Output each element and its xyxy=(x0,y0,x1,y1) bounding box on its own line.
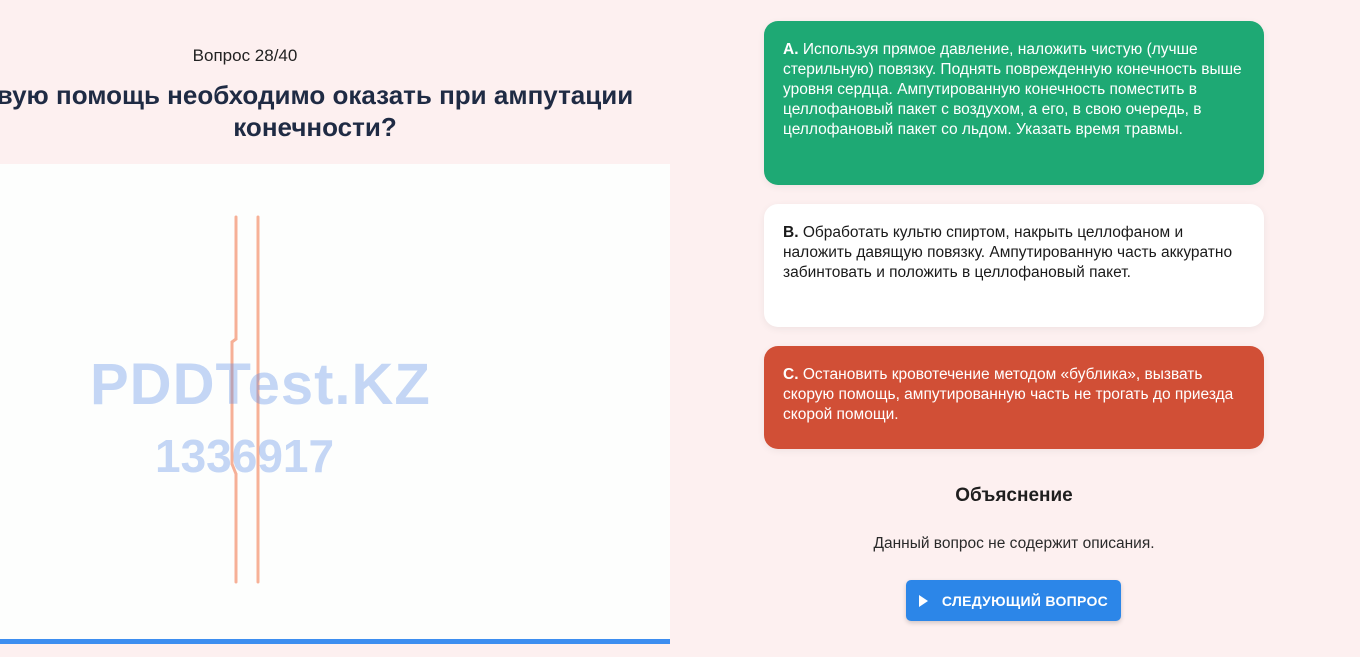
progress-fill xyxy=(0,639,670,644)
play-icon xyxy=(918,594,928,607)
answer-text: Обработать культю спиртом, накрыть целло… xyxy=(783,224,1233,281)
progress-bar xyxy=(0,639,670,644)
watermark-id: 1336917 xyxy=(155,430,335,482)
question-image: PDDTest.KZ 1336917 xyxy=(0,164,670,640)
answer-letter: A. xyxy=(783,41,799,58)
question-counter: Вопрос 28/40 xyxy=(192,46,298,65)
answer-letter: B. xyxy=(783,224,799,241)
answer-letter: C. xyxy=(783,366,799,383)
question-title-line-2: конечности? xyxy=(233,112,397,142)
question-title-line-1: вую помощь необходимо оказать при ампута… xyxy=(0,80,634,110)
answer-text: Используя прямое давление, наложить чист… xyxy=(783,41,1242,138)
answer-option-a[interactable]: A. Используя прямое давление, наложить ч… xyxy=(764,21,1264,185)
explanation-text: Данный вопрос не содержит описания. xyxy=(873,535,1155,552)
question-panel: Вопрос 28/40 вую помощь необходимо оказа… xyxy=(0,0,700,657)
answer-option-c[interactable]: C. Остановить кровотечение методом «бубл… xyxy=(764,346,1264,449)
answer-text: Остановить кровотечение методом «бублика… xyxy=(783,366,1234,423)
answer-option-b[interactable]: B. Обработать культю спиртом, накрыть це… xyxy=(764,204,1264,327)
next-question-button[interactable]: СЛЕДУЮЩИЙ ВОПРОС xyxy=(906,580,1121,621)
explanation-title: Объяснение xyxy=(955,485,1073,506)
next-question-label: СЛЕДУЮЩИЙ ВОПРОС xyxy=(941,592,1109,609)
question-title: вую помощь необходимо оказать при ампута… xyxy=(0,79,650,143)
watermark-brand: PDDTest.KZ xyxy=(90,352,431,417)
